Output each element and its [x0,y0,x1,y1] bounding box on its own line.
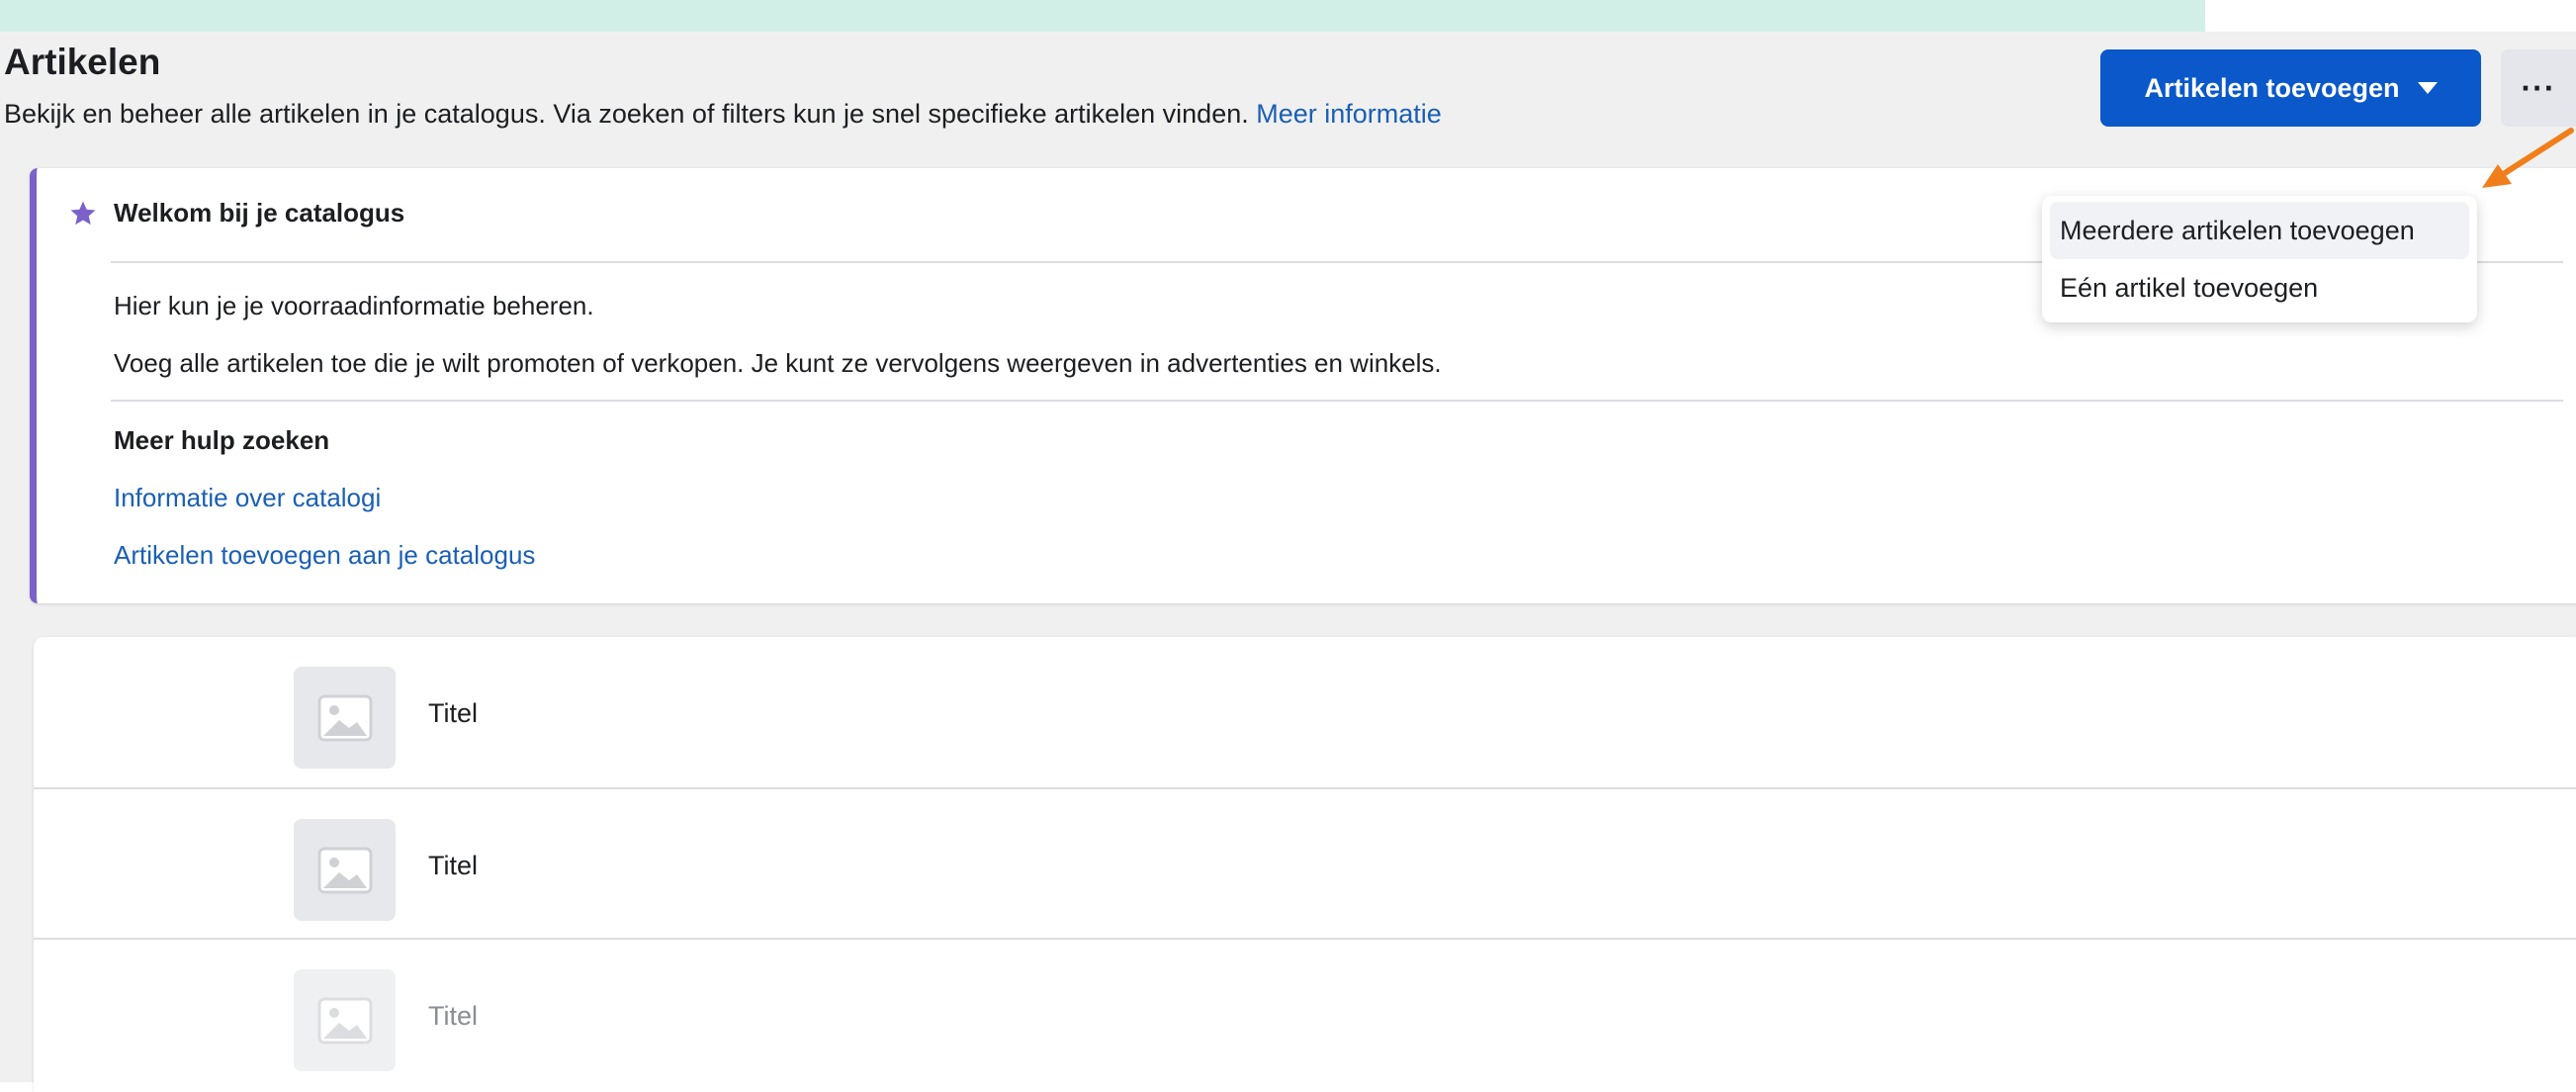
welcome-line-inventory: Hier kun je je voorraadinformatie behere… [114,291,594,320]
more-info-link[interactable]: Meer informatie [1256,99,1442,129]
table-row[interactable]: Titel [34,637,2576,787]
page-description-text: Bekijk en beheer alle artikelen in je ca… [4,99,1249,129]
welcome-line-promote: Voeg alle artikelen toe die je wilt prom… [114,348,1442,378]
arrow-annotation-icon [2482,128,2574,188]
help-heading: Meer hulp zoeken [114,425,330,455]
image-placeholder-icon [317,997,372,1044]
add-items-button[interactable]: Artikelen toevoegen [2100,49,2481,127]
items-list: Titel Titel Titel [34,637,2576,1092]
star-icon [70,201,96,225]
welcome-divider-2 [111,400,2563,402]
page-description: Bekijk en beheer alle artikelen in je ca… [4,99,1442,130]
item-title: Titel [428,1001,479,1031]
image-placeholder-icon [317,694,372,741]
item-title: Titel [428,851,479,880]
menu-item-add-single[interactable]: Eén artikel toevoegen [2050,259,2469,317]
background-teal-top [0,0,2205,32]
link-add-items-to-catalog[interactable]: Artikelen toevoegen aan je catalogus [114,540,535,571]
menu-item-add-multiple[interactable]: Meerdere artikelen toevoegen [2050,202,2469,259]
link-about-catalogs[interactable]: Informatie over catalogi [114,483,381,513]
item-thumbnail [294,819,396,921]
image-placeholder-icon [317,847,372,893]
add-items-button-label: Artikelen toevoegen [2144,72,2400,103]
table-row[interactable]: Titel [34,938,2576,1090]
item-thumbnail [294,667,396,769]
item-title: Titel [428,698,479,728]
welcome-title: Welkom bij je catalogus [114,198,405,228]
welcome-header: Welkom bij je catalogus [68,198,404,228]
page-title: Artikelen [4,42,161,82]
more-options-button[interactable]: ··· [2501,49,2576,127]
caret-down-icon [2417,82,2438,94]
table-row[interactable]: Titel [34,787,2576,940]
item-thumbnail [294,969,396,1071]
add-items-dropdown: Meerdere artikelen toevoegen Eén artikel… [2042,196,2477,322]
